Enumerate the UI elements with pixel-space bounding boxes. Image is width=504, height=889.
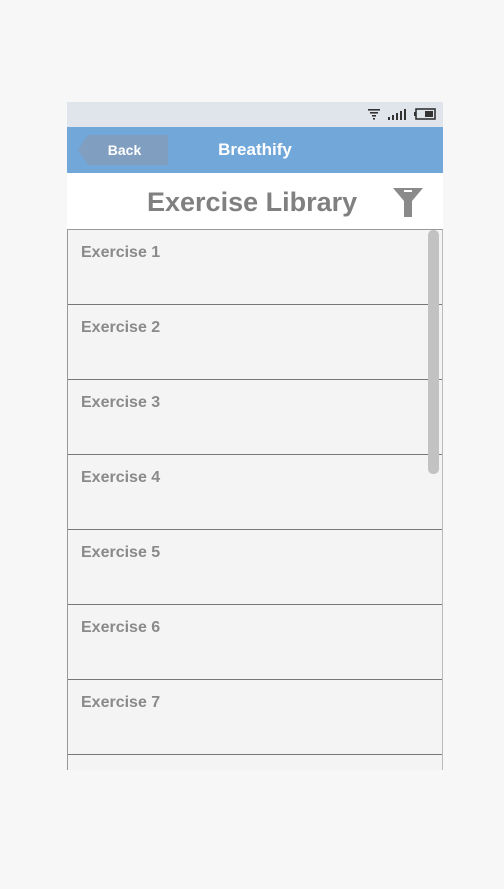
battery-icon (414, 108, 436, 120)
app-title-text: Breathify (218, 140, 292, 159)
filter-button[interactable] (392, 187, 424, 219)
list-item-exercise-3[interactable]: Exercise 3 (68, 380, 442, 455)
list-item-exercise-8[interactable] (68, 755, 442, 770)
signal-icon (388, 109, 406, 120)
status-icons (367, 108, 437, 122)
list-item-exercise-4[interactable]: Exercise 4 (68, 455, 442, 530)
list-item-label: Exercise 3 (81, 394, 161, 411)
list-item-exercise-1[interactable]: Exercise 1 (68, 230, 442, 305)
list-item-exercise-2[interactable]: Exercise 2 (68, 305, 442, 380)
filter-icon (393, 188, 423, 217)
back-button[interactable]: Back (78, 135, 168, 165)
list-item-exercise-7[interactable]: Exercise 7 (68, 680, 442, 755)
phone-screen: Breathify Back Exercise Library Exercise… (67, 102, 443, 770)
back-button-label: Back (107, 142, 142, 158)
nav-bar: Breathify Back (67, 127, 443, 173)
wifi-icon (368, 109, 380, 120)
exercise-list[interactable]: Exercise 1 Exercise 2 Exercise 3 Exercis… (67, 229, 443, 770)
list-item-exercise-5[interactable]: Exercise 5 (68, 530, 442, 605)
list-item-label: Exercise 1 (81, 244, 161, 261)
library-header: Exercise Library (67, 173, 443, 229)
page-title: Exercise Library (147, 187, 358, 217)
list-item-label: Exercise 6 (81, 619, 161, 636)
list-item-label: Exercise 5 (81, 544, 161, 561)
list-item-exercise-6[interactable]: Exercise 6 (68, 605, 442, 680)
list-scrollbar[interactable] (428, 230, 439, 474)
list-item-label: Exercise 2 (81, 319, 161, 336)
list-item-label: Exercise 7 (81, 694, 161, 711)
list-item-label: Exercise 4 (81, 469, 161, 486)
status-bar (67, 102, 443, 127)
